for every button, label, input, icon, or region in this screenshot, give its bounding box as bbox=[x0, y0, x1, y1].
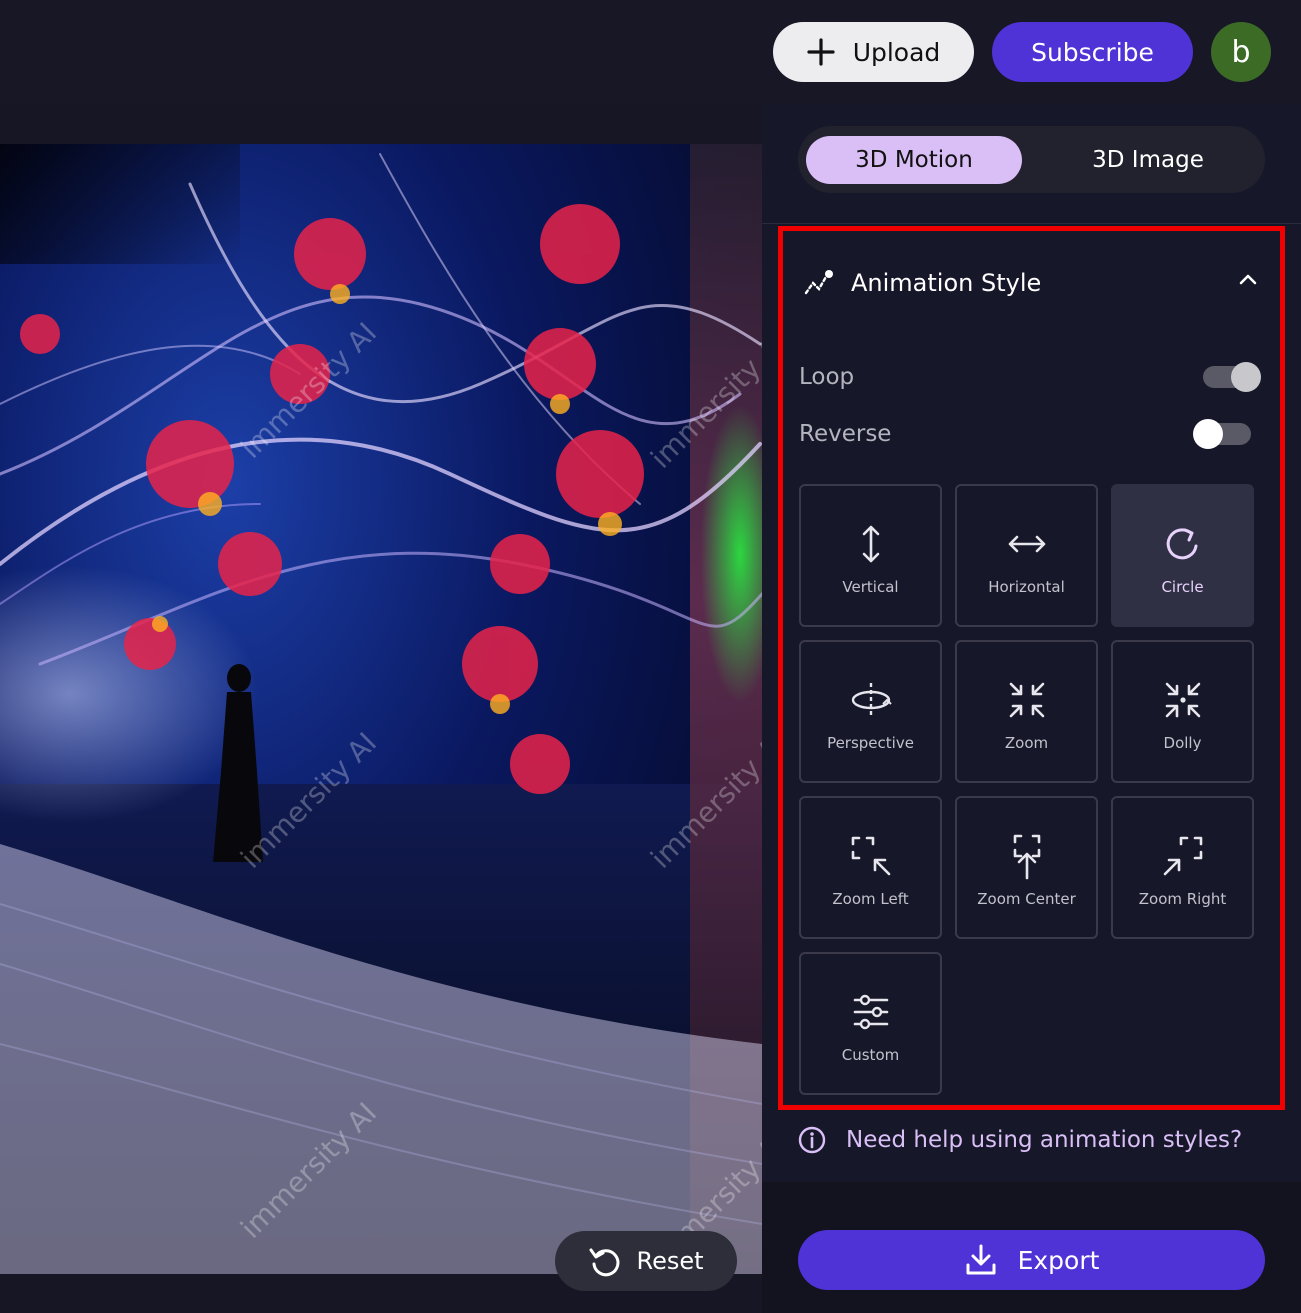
canvas-area: immersity AI immersity AI immersity AI i… bbox=[0, 104, 762, 1313]
vertical-arrows-icon bbox=[862, 525, 879, 563]
animation-style-header[interactable]: Animation Style bbox=[803, 261, 1263, 305]
style-vertical[interactable]: Vertical bbox=[799, 484, 942, 627]
style-icon-wrap bbox=[1159, 522, 1207, 566]
reverse-row: Reverse bbox=[799, 414, 1259, 454]
zoom-center-icon bbox=[1013, 834, 1040, 880]
style-zoom-center[interactable]: Zoom Center bbox=[955, 796, 1098, 939]
style-perspective[interactable]: Perspective bbox=[799, 640, 942, 783]
tab-3d-image[interactable]: 3D Image bbox=[1040, 136, 1256, 184]
style-zoom-left[interactable]: Zoom Left bbox=[799, 796, 942, 939]
motion-path-icon bbox=[804, 270, 833, 295]
zoom-left-icon bbox=[851, 836, 890, 876]
reverse-toggle[interactable] bbox=[1193, 419, 1251, 449]
section-title: Animation Style bbox=[851, 269, 1042, 297]
mode-tabs: 3D Motion 3D Image bbox=[798, 126, 1265, 193]
light-streaks bbox=[0, 153, 762, 1274]
avatar[interactable]: b bbox=[1211, 22, 1271, 82]
style-label: Zoom Left bbox=[832, 890, 909, 908]
avatar-letter: b bbox=[1231, 34, 1251, 70]
subscribe-label: Subscribe bbox=[1031, 37, 1154, 67]
style-label: Zoom Right bbox=[1138, 890, 1227, 908]
style-label: Circle bbox=[1161, 578, 1204, 596]
style-zoom[interactable]: Zoom bbox=[955, 640, 1098, 783]
style-label: Zoom Center bbox=[977, 890, 1076, 908]
loop-label: Loop bbox=[799, 364, 855, 390]
style-custom[interactable]: Custom bbox=[799, 952, 942, 1095]
style-icon-wrap bbox=[1159, 834, 1207, 878]
style-icon-wrap bbox=[847, 522, 895, 566]
style-circle[interactable]: Circle bbox=[1111, 484, 1254, 627]
zoom-right-icon bbox=[1163, 836, 1202, 876]
style-icon-wrap bbox=[847, 678, 895, 722]
plus-icon bbox=[807, 38, 835, 66]
info-icon bbox=[798, 1126, 826, 1154]
style-icon-wrap bbox=[847, 834, 895, 878]
style-icon-wrap bbox=[1003, 678, 1051, 722]
sliders-icon bbox=[853, 994, 888, 1030]
perspective-icon bbox=[851, 683, 892, 717]
style-label: Zoom bbox=[1004, 734, 1049, 752]
style-icon-wrap bbox=[1159, 678, 1207, 722]
upload-label: Upload bbox=[852, 37, 941, 67]
reset-label: Reset bbox=[636, 1247, 704, 1275]
style-zoom-right[interactable]: Zoom Right bbox=[1111, 796, 1254, 939]
style-label: Vertical bbox=[842, 578, 899, 596]
export-label: Export bbox=[1017, 1245, 1100, 1275]
download-icon bbox=[966, 1244, 996, 1275]
reset-icon bbox=[589, 1248, 620, 1277]
reverse-label: Reverse bbox=[799, 421, 892, 447]
style-dolly[interactable]: Dolly bbox=[1111, 640, 1254, 783]
style-icon-wrap bbox=[847, 990, 895, 1034]
animation-style-section: Animation Style Loop Reverse Vertical Ho… bbox=[778, 226, 1285, 1110]
preview-image[interactable]: immersity AI immersity AI immersity AI i… bbox=[0, 144, 762, 1274]
style-label: Perspective bbox=[827, 734, 914, 752]
settings-panel: 3D Motion 3D Image Animation Style Loop … bbox=[762, 104, 1301, 1313]
horizontal-arrows-icon bbox=[1008, 535, 1045, 553]
upload-button[interactable]: Upload bbox=[773, 22, 974, 82]
subscribe-button[interactable]: Subscribe bbox=[992, 22, 1193, 82]
tab-3d-motion[interactable]: 3D Motion bbox=[806, 136, 1022, 184]
top-bar: Upload Subscribe b bbox=[0, 0, 1301, 104]
chevron-up-icon[interactable] bbox=[1237, 269, 1259, 291]
zoom-icon bbox=[1009, 682, 1044, 718]
loop-toggle[interactable] bbox=[1203, 362, 1261, 392]
circle-arrow-icon bbox=[1166, 528, 1197, 560]
style-label: Custom bbox=[841, 1046, 900, 1064]
loop-row: Loop bbox=[799, 357, 1261, 397]
style-icon-wrap bbox=[1003, 522, 1051, 566]
reset-button[interactable]: Reset bbox=[555, 1231, 737, 1291]
style-label: Dolly bbox=[1163, 734, 1202, 752]
style-horizontal[interactable]: Horizontal bbox=[955, 484, 1098, 627]
help-link[interactable]: Need help using animation styles? bbox=[798, 1126, 1242, 1154]
style-label: Horizontal bbox=[988, 578, 1065, 596]
export-button[interactable]: Export bbox=[798, 1230, 1265, 1290]
style-icon-wrap bbox=[1003, 834, 1051, 880]
help-text: Need help using animation styles? bbox=[846, 1127, 1243, 1153]
divider bbox=[762, 223, 1301, 224]
dolly-icon bbox=[1165, 682, 1200, 718]
